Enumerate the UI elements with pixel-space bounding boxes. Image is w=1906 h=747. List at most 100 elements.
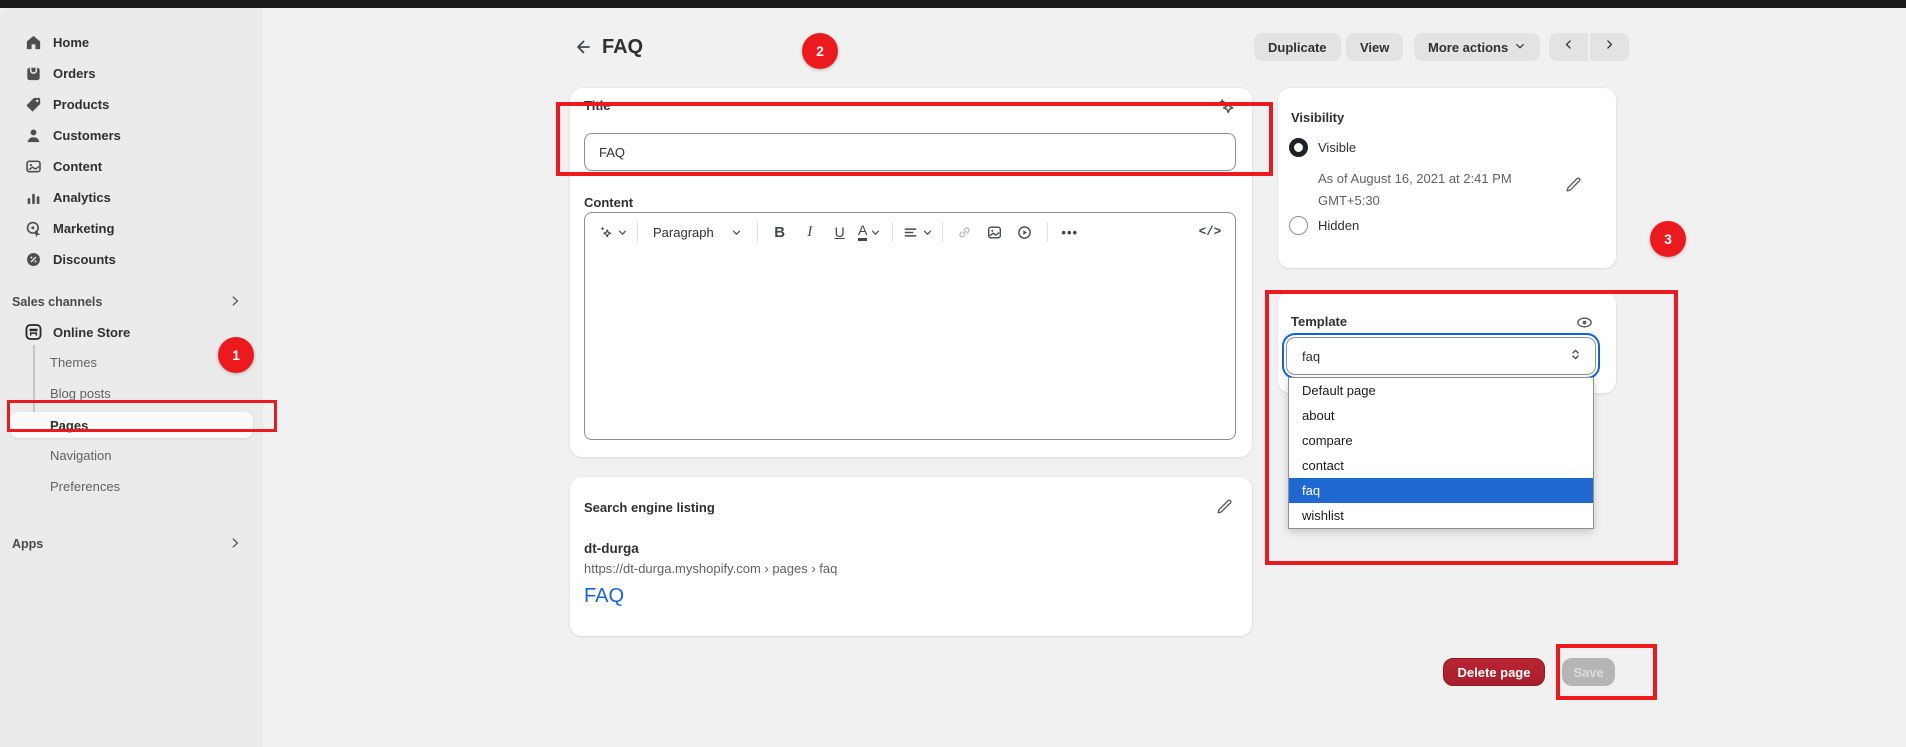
template-select-value: faq (1302, 349, 1320, 364)
back-arrow-icon (573, 37, 593, 62)
preview-eye-icon[interactable] (1572, 310, 1596, 334)
sidebar-item-online-store[interactable]: Online Store (12, 318, 252, 346)
sidebar-item-label: Preferences (50, 479, 120, 494)
visibility-card-title: Visibility (1291, 110, 1344, 125)
view-button[interactable]: View (1346, 33, 1403, 61)
section-label: Apps (12, 537, 43, 551)
insert-link-button[interactable] (952, 219, 978, 245)
sidebar-item-label: Orders (53, 66, 96, 81)
content-icon (24, 157, 43, 176)
dropdown-option-default-page[interactable]: Default page (1289, 378, 1593, 403)
template-card-title: Template (1291, 314, 1347, 329)
sidebar-section-apps[interactable]: Apps (12, 532, 252, 556)
search-engine-listing-card: Search engine listing dt-durga https://d… (570, 477, 1252, 636)
sidebar-item-blog-posts[interactable]: Blog posts (12, 380, 252, 407)
chevron-down-icon (1514, 40, 1526, 55)
visibility-note: As of August 16, 2021 at 2:41 PM GMT+5:3… (1318, 168, 1558, 212)
annotation-number: 3 (1664, 231, 1672, 247)
sidebar-item-label: Online Store (53, 325, 130, 340)
sidebar-item-analytics[interactable]: Analytics (12, 183, 252, 211)
editor-toolbar: Paragraph B I U A (585, 213, 1235, 251)
dropdown-option-faq-selected[interactable]: faq (1289, 478, 1593, 503)
magic-sparkle-icon[interactable] (1214, 94, 1238, 118)
sidebar-item-discounts[interactable]: Discounts (12, 245, 252, 273)
dropdown-option-compare[interactable]: compare (1289, 428, 1593, 453)
back-button[interactable] (570, 36, 596, 62)
chevron-down-icon (922, 227, 933, 238)
chevron-right-icon (228, 294, 242, 311)
template-dropdown-list: Default page about compare contact faq w… (1288, 377, 1594, 529)
play-video-icon (1016, 224, 1033, 241)
rich-text-editor: Paragraph B I U A (584, 212, 1236, 440)
seo-page-link[interactable]: FAQ (584, 585, 624, 608)
dropdown-option-about[interactable]: about (1289, 403, 1593, 428)
analytics-icon (24, 188, 43, 207)
title-field-label: Title (584, 98, 611, 113)
next-page-button[interactable] (1590, 33, 1629, 61)
text-color-button[interactable]: A (857, 219, 883, 245)
alignment-button[interactable] (902, 219, 933, 245)
toolbar-divider (637, 222, 638, 242)
sidebar-item-content[interactable]: Content (12, 152, 252, 180)
toolbar-divider (942, 222, 943, 242)
italic-button[interactable]: I (797, 219, 823, 245)
sidebar-item-preferences[interactable]: Preferences (12, 473, 252, 500)
chevron-left-icon (1562, 38, 1575, 56)
duplicate-button[interactable]: Duplicate (1254, 33, 1341, 61)
more-actions-button[interactable]: More actions (1414, 33, 1540, 61)
bold-button[interactable]: B (767, 219, 793, 245)
paragraph-style-label: Paragraph (653, 225, 714, 240)
chevron-down-icon (870, 227, 881, 238)
editor-text-area[interactable] (585, 251, 1235, 440)
sidebar-item-marketing[interactable]: Marketing (12, 214, 252, 242)
more-formatting-button[interactable]: ••• (1057, 219, 1083, 245)
dropdown-option-wishlist[interactable]: wishlist (1289, 503, 1593, 528)
save-button[interactable]: Save (1562, 658, 1615, 686)
sidebar-item-themes[interactable]: Themes (12, 349, 252, 376)
sidebar-item-label: Content (53, 159, 102, 174)
page-title: FAQ (602, 36, 643, 59)
home-icon (24, 33, 43, 52)
hidden-radio[interactable] (1289, 216, 1308, 235)
align-text-icon (902, 224, 919, 241)
sidebar-item-label: Marketing (53, 221, 114, 236)
products-icon (24, 95, 43, 114)
edit-pencil-icon[interactable] (1561, 173, 1585, 197)
insert-image-button[interactable] (982, 219, 1008, 245)
section-label: Sales channels (12, 295, 102, 309)
sidebar-item-label: Customers (53, 128, 121, 143)
seo-site-name: dt-durga (584, 541, 639, 556)
show-html-button[interactable]: </> (1197, 219, 1223, 245)
sidebar-item-label: Pages (50, 418, 88, 433)
sidebar-item-navigation[interactable]: Navigation (12, 442, 252, 469)
insert-video-button[interactable] (1012, 219, 1038, 245)
hidden-radio-label: Hidden (1318, 218, 1359, 233)
annotation-circle-3: 3 (1650, 221, 1686, 257)
customers-icon (24, 126, 43, 145)
template-select[interactable]: faq (1286, 337, 1596, 375)
sidebar-item-label: Products (53, 97, 109, 112)
underline-button[interactable]: U (827, 219, 853, 245)
annotation-circle-2: 2 (802, 33, 838, 69)
paragraph-style-dropdown[interactable]: Paragraph (647, 219, 748, 245)
chevron-right-icon (1603, 38, 1616, 56)
orders-icon (24, 64, 43, 83)
sidebar-item-home[interactable]: Home (12, 28, 252, 56)
more-actions-label: More actions (1428, 40, 1508, 55)
sidebar-item-products[interactable]: Products (12, 90, 252, 118)
previous-page-button[interactable] (1549, 33, 1588, 61)
ai-sparkle-button[interactable] (597, 219, 628, 245)
delete-page-button[interactable]: Delete page (1443, 658, 1545, 686)
edit-pencil-icon[interactable] (1212, 495, 1236, 519)
sidebar-item-pages[interactable]: Pages (10, 412, 253, 438)
title-content-card: Title Content Paragraph B I U (570, 88, 1252, 457)
visible-radio[interactable] (1289, 138, 1308, 157)
dropdown-option-contact[interactable]: contact (1289, 453, 1593, 478)
title-input[interactable] (584, 133, 1236, 171)
select-stepper-icon (1568, 347, 1583, 365)
content-field-label: Content (584, 195, 633, 210)
sidebar-section-sales-channels[interactable]: Sales channels (12, 290, 252, 314)
sidebar-item-orders[interactable]: Orders (12, 59, 252, 87)
online-store-icon (24, 323, 43, 342)
sidebar-item-customers[interactable]: Customers (12, 121, 252, 149)
